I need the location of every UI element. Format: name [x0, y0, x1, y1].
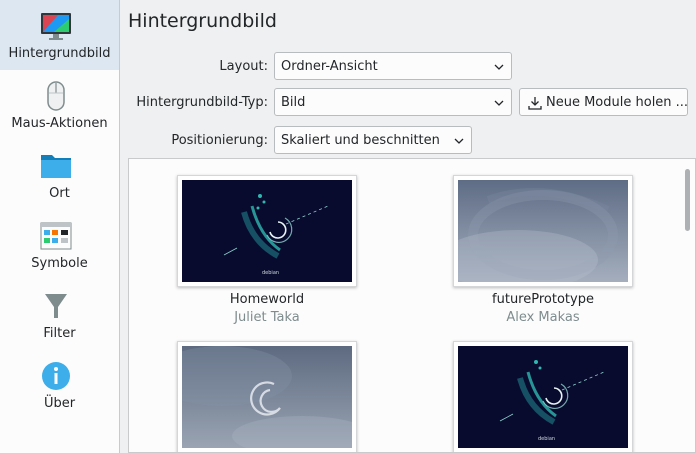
positioning-value: Skaliert und beschnitten [281, 133, 440, 148]
wallpaper-thumbnail-frame: debian [453, 341, 633, 452]
layout-label: Layout: [219, 59, 268, 74]
sidebar-item-filter[interactable]: Filter [0, 280, 119, 350]
wallpaper-thumbnail-frame [177, 341, 357, 452]
debian-swirl-preview-image [182, 346, 352, 448]
get-new-plugins-button[interactable]: Neue Module holen ... [519, 88, 688, 116]
folder-icon [41, 155, 71, 178]
svg-text:debian: debian [538, 436, 555, 442]
chevron-down-icon [494, 64, 504, 70]
wallpaper-thumbnail [458, 180, 628, 282]
sidebar-item-label: Maus-Aktionen [11, 116, 108, 131]
wallpaper-thumbnail [182, 346, 352, 448]
wallpaper-tile-futureprototype[interactable]: futurePrototype Alex Makas [453, 175, 633, 330]
homeworld-alt-preview-image: debian [458, 346, 628, 448]
sidebar-item-label: Über [43, 396, 76, 411]
chevron-down-icon [454, 138, 464, 144]
wallpaper-type-combobox[interactable]: Bild [274, 88, 512, 116]
wallpaper-thumbnail: debian [182, 180, 352, 282]
sidebar-item-label: Hintergrundbild [8, 46, 111, 61]
mouse-icon [47, 81, 65, 111]
sidebar-item-label: Ort [49, 186, 70, 201]
svg-text:debian: debian [262, 270, 279, 276]
sidebar-item-symbole[interactable]: Symbole [0, 210, 119, 280]
wallpaper-name: Homeworld [229, 292, 305, 307]
wallpaper-type-label: Hintergrundbild-Typ: [136, 95, 268, 110]
download-icon [528, 97, 542, 110]
sidebar-item-ort[interactable]: Ort [0, 140, 119, 210]
sidebar-item-hintergrundbild[interactable]: Hintergrundbild [0, 0, 119, 70]
wallpaper-author: Juliet Taka [234, 310, 300, 325]
futureprototype-preview-image [458, 180, 628, 282]
wallpaper-author: Alex Makas [506, 310, 580, 325]
positioning-combobox[interactable]: Skaliert und beschnitten [274, 126, 472, 154]
wallpaper-type-value: Bild [281, 95, 306, 110]
symbols-icon [40, 222, 72, 250]
sidebar-item-label: Filter [43, 326, 76, 341]
wallpaper-thumbnail: debian [458, 346, 628, 448]
gallery-scrollbar[interactable] [681, 159, 695, 452]
scrollbar-thumb[interactable] [685, 169, 690, 231]
wallpaper-tile-homeworld[interactable]: debian Homeworld Juliet Taka [177, 175, 357, 330]
sidebar-item-maus-aktionen[interactable]: Maus-Aktionen [0, 70, 119, 140]
get-new-plugins-label: Neue Module holen ... [546, 95, 689, 110]
wallpaper-tile-homeworld-alt[interactable]: debian [453, 341, 633, 452]
wallpaper-name: futurePrototype [492, 292, 594, 307]
positioning-label: Positionierung: [171, 133, 268, 148]
chevron-down-icon [494, 100, 504, 106]
homeworld-preview-image: debian [182, 180, 352, 282]
layout-combobox[interactable]: Ordner-Ansicht [274, 52, 512, 80]
wallpaper-tile-debian-swirl[interactable] [177, 341, 357, 452]
page-title: Hintergrundbild [128, 10, 277, 32]
monitor-icon [41, 13, 71, 40]
wallpaper-thumbnail-frame [453, 175, 633, 287]
sidebar-item-label: Symbole [31, 256, 88, 271]
wallpaper-gallery[interactable]: debian Homeworld Juliet Taka futureProto… [128, 158, 696, 453]
layout-value: Ordner-Ansicht [281, 59, 378, 74]
sidebar: Hintergrundbild Maus-Aktionen Ort Symbol… [0, 0, 120, 453]
sidebar-item-ueber[interactable]: Über [0, 350, 119, 420]
wallpaper-thumbnail-frame: debian [177, 175, 357, 287]
info-icon [42, 362, 70, 390]
filter-icon [45, 294, 67, 318]
